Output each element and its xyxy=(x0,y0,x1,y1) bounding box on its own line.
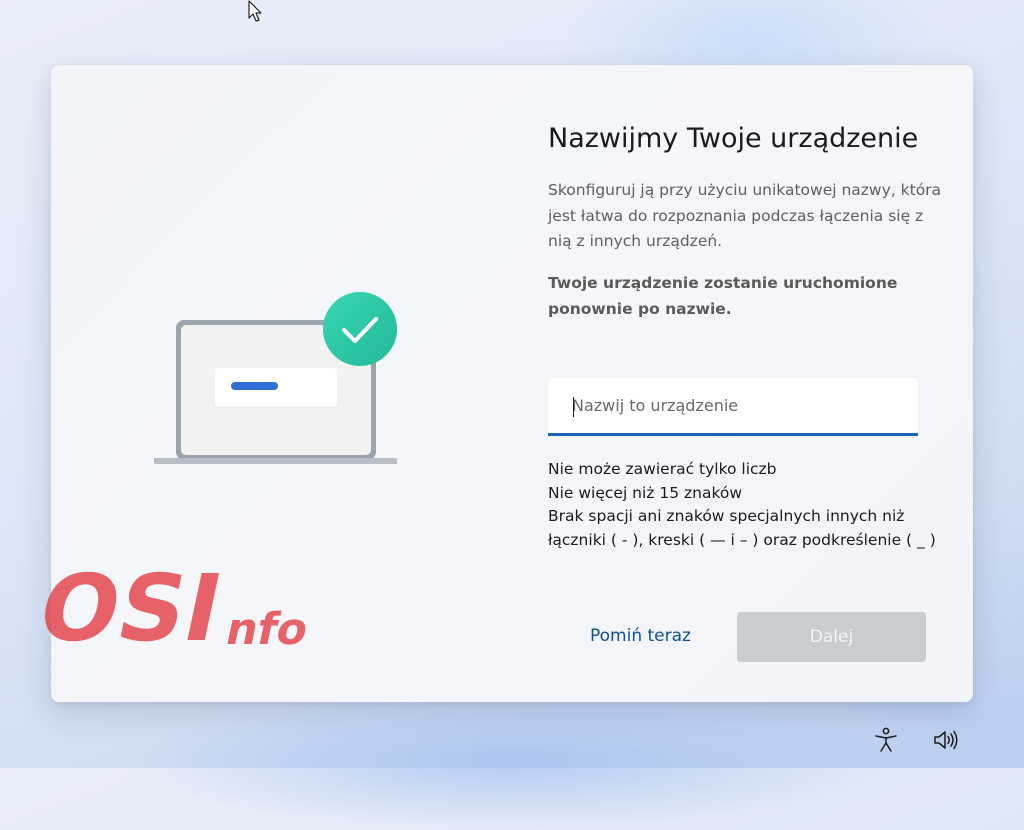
checkmark-icon xyxy=(323,292,397,366)
rule-item: Nie więcej niż 15 znaków xyxy=(548,483,743,502)
next-button[interactable]: Dalej xyxy=(737,612,926,662)
rule-item: Brak spacji ani znaków specjalnych innyc… xyxy=(548,507,936,549)
restart-note: Twoje urządzenie zostanie uruchomione po… xyxy=(548,274,898,318)
skip-now-link[interactable]: Pomiń teraz xyxy=(590,626,691,646)
page-title: Nazwijmy Twoje urządzenie xyxy=(548,123,919,154)
accessibility-icon[interactable] xyxy=(872,726,900,754)
background-glow-bottom xyxy=(120,690,900,830)
mouse-pointer-icon xyxy=(248,0,262,22)
volume-icon[interactable] xyxy=(931,726,959,754)
device-name-input[interactable] xyxy=(548,378,918,436)
watermark-main-text: OSI xyxy=(30,558,231,658)
watermark-suffix-text: nfo xyxy=(221,604,312,654)
osinfo-watermark: OSI nfo xyxy=(30,558,313,658)
rule-item: Nie może zawierać tylko liczb xyxy=(548,460,777,478)
text-caret xyxy=(573,397,574,417)
laptop-illustration xyxy=(154,292,397,464)
page-description: Skonfiguruj ją przy użyciu unikatowej na… xyxy=(548,181,942,250)
naming-rules-list: Nie może zawierać tylko liczb Nie więcej… xyxy=(548,458,948,552)
